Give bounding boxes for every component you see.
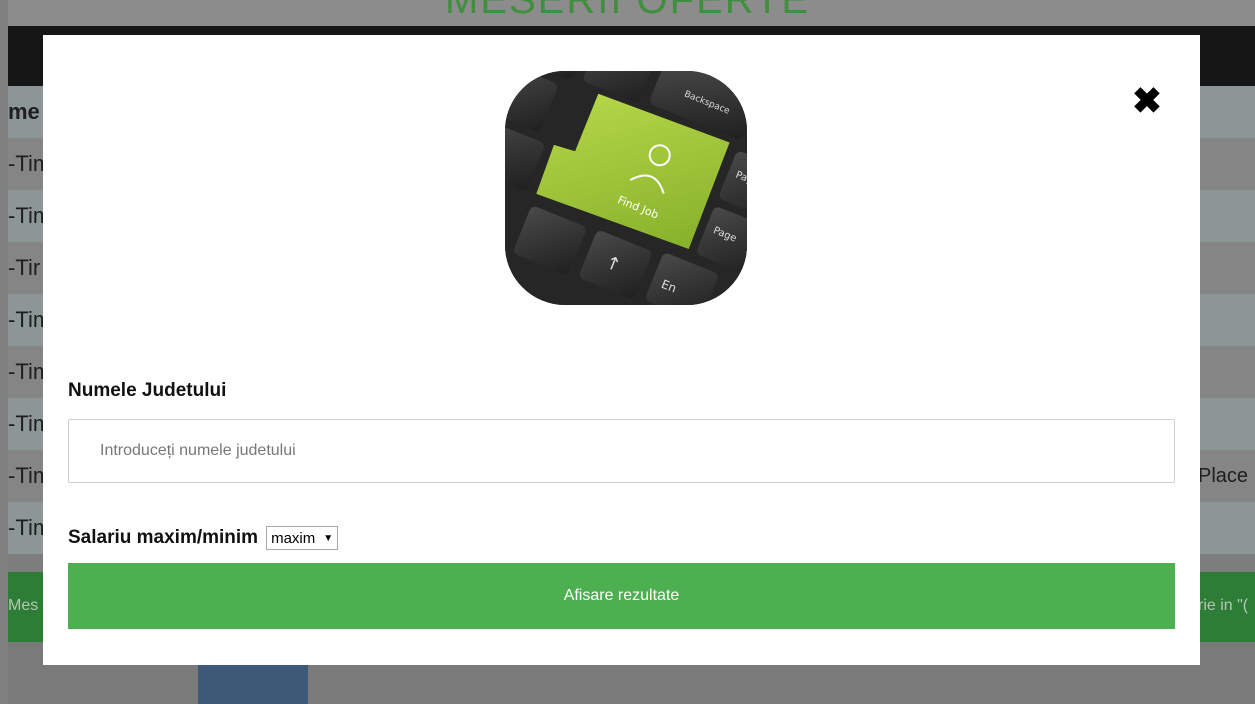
county-label: Numele Judetului — [68, 380, 227, 401]
salary-label: Salariu maxim/minim — [68, 527, 259, 548]
salary-select[interactable]: maxim ▼ — [266, 526, 339, 550]
salary-row: Salariu maxim/minim maxim ▼ — [68, 523, 339, 553]
show-results-button[interactable]: Afisare rezultate — [68, 563, 1175, 629]
footer-left-text: Mes — [8, 597, 39, 614]
site-header: MESERII OFERTE — [0, 0, 1255, 26]
footer-right-text: rie in "( — [1198, 597, 1249, 614]
close-icon[interactable]: ✖ — [1127, 83, 1167, 123]
county-input[interactable] — [68, 419, 1175, 483]
table-cell: -Tir — [8, 255, 41, 280]
keyboard-illustration: Find Job Backspace Pag Page Shift En ↑ — [505, 71, 747, 305]
site-title: MESERII OFERTE — [444, 0, 811, 22]
salary-select-value: maxim — [271, 529, 316, 547]
find-job-keyboard-image: Find Job Backspace Pag Page Shift En ↑ — [505, 71, 747, 305]
search-modal: ✖ Find Job Backspace Pag Page En ↑ Numel… — [43, 35, 1200, 665]
table-cell-right: Place — [1198, 465, 1249, 487]
dropdown-arrow-icon: ▼ — [323, 532, 334, 544]
